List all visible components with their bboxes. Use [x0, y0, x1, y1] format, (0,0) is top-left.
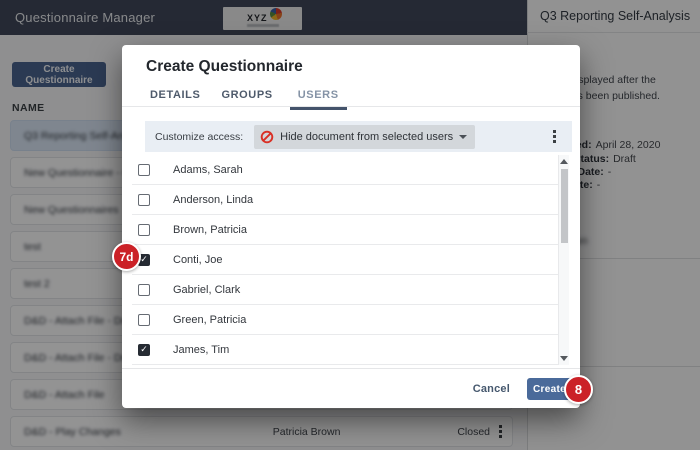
- app-root: Questionnaire Manager XYZ Create Questio…: [0, 0, 700, 450]
- user-row[interactable]: Brown, Patricia: [132, 215, 558, 245]
- access-option-label: Hide document from selected users: [280, 130, 454, 143]
- scrollbar-thumb[interactable]: [560, 169, 568, 243]
- chevron-down-icon: [459, 134, 468, 139]
- scroll-down-icon[interactable]: [560, 356, 568, 361]
- hide-document-icon: [260, 130, 274, 143]
- user-list-scrollbar[interactable]: [558, 155, 569, 365]
- user-checkbox[interactable]: [138, 223, 150, 236]
- step-badge-8: 8: [564, 375, 593, 404]
- access-menu-icon[interactable]: [553, 135, 556, 138]
- user-checkbox[interactable]: [138, 343, 150, 356]
- user-row[interactable]: Anderson, Linda: [132, 185, 558, 215]
- customize-access-label: Customize access:: [155, 130, 244, 143]
- tabs-divider: [122, 106, 580, 107]
- user-checkbox[interactable]: [138, 193, 150, 206]
- create-questionnaire-dialog: Create Questionnaire DETAILS GROUPS USERS …: [122, 45, 580, 408]
- user-name: Conti, Joe: [173, 253, 223, 266]
- user-name: Brown, Patricia: [173, 223, 247, 236]
- user-row[interactable]: Gabriel, Clark: [132, 275, 558, 305]
- user-checkbox[interactable]: [138, 313, 150, 326]
- scroll-up-icon[interactable]: [560, 159, 568, 164]
- user-row[interactable]: Adams, Sarah: [132, 155, 558, 185]
- footer-divider: [122, 368, 580, 369]
- user-row[interactable]: James, Tim: [132, 335, 558, 365]
- user-row[interactable]: Conti, Joe: [132, 245, 558, 275]
- access-option-dropdown[interactable]: Hide document from selected users: [254, 124, 476, 149]
- user-checkbox[interactable]: [138, 163, 150, 176]
- dialog-title: Create Questionnaire: [146, 58, 303, 75]
- user-checkbox[interactable]: [138, 283, 150, 296]
- user-name: Green, Patricia: [173, 313, 247, 326]
- user-name: James, Tim: [173, 343, 230, 356]
- step-badge-7d: 7d: [112, 242, 141, 271]
- user-name: Gabriel, Clark: [173, 283, 241, 296]
- user-row[interactable]: Green, Patricia: [132, 305, 558, 335]
- user-list: Adams, Sarah Anderson, Linda Brown, Patric…: [132, 155, 558, 365]
- user-name: Anderson, Linda: [173, 193, 254, 206]
- user-name: Adams, Sarah: [173, 163, 243, 176]
- customize-access-bar: Customize access: Hide document from sel…: [145, 121, 572, 152]
- cancel-button[interactable]: Cancel: [473, 383, 510, 395]
